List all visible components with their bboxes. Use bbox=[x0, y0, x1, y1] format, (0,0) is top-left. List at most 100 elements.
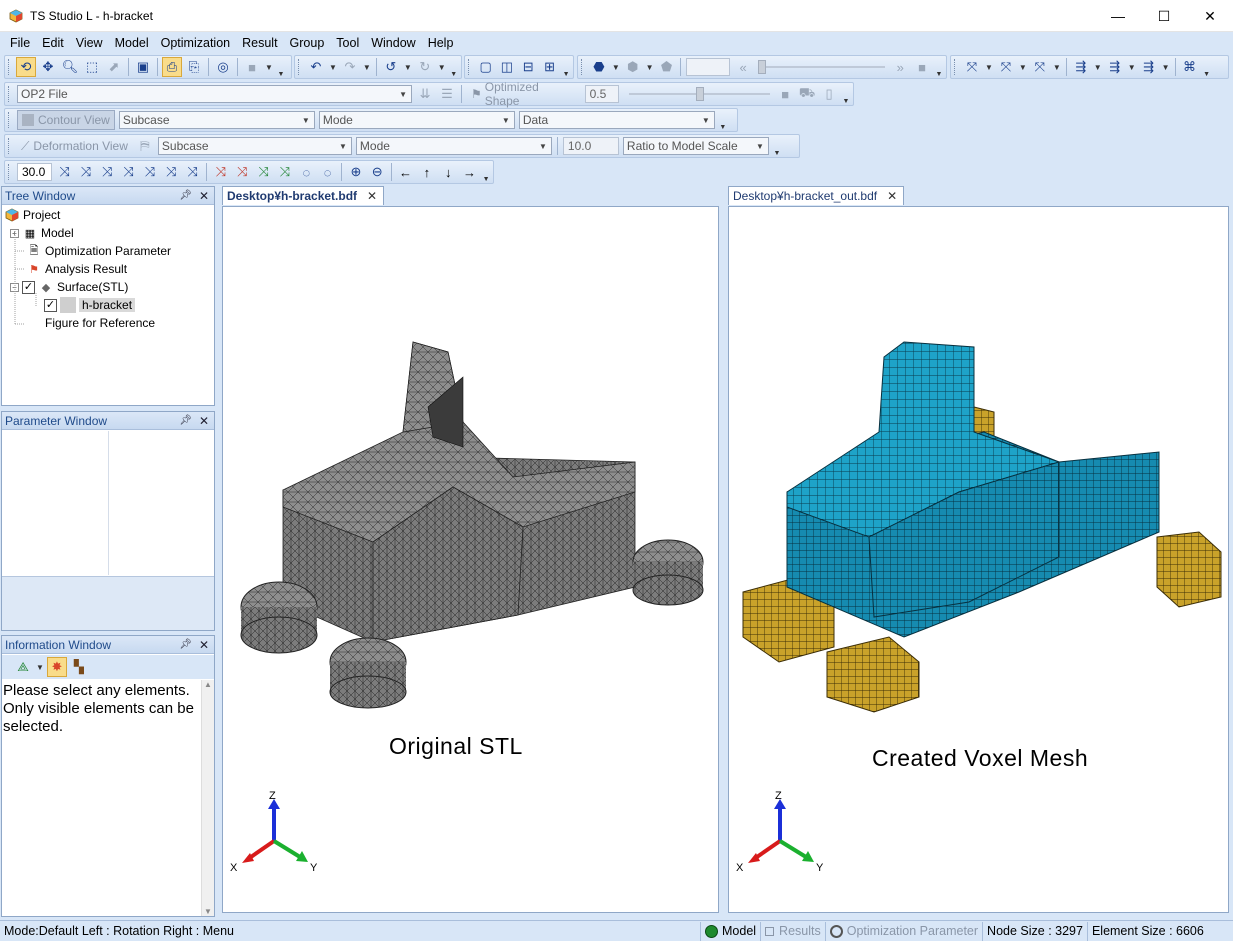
split-quad-icon[interactable]: ⊞ bbox=[540, 57, 559, 77]
coord-x-icon[interactable]: ⤧ bbox=[962, 57, 982, 77]
axis-3-icon[interactable]: ⇶ bbox=[1139, 57, 1159, 77]
target-icon[interactable]: ◎ bbox=[213, 57, 233, 77]
menu-help[interactable]: Help bbox=[422, 32, 460, 54]
select-group-icon[interactable]: ⤨ bbox=[140, 162, 159, 182]
zoom-box-icon[interactable]: ⬚ bbox=[82, 57, 102, 77]
select-node-icon[interactable]: ⤨ bbox=[55, 162, 74, 182]
tab-h-bracket[interactable]: Desktop¥h-bracket.bdf ✕ bbox=[222, 186, 385, 205]
ratio-combo[interactable]: Ratio to Model Scale ▼ bbox=[622, 137, 769, 155]
animation-slider[interactable] bbox=[758, 60, 886, 74]
select-all-icon[interactable]: ⤨ bbox=[162, 162, 181, 182]
color-fill-icon[interactable]: ■ bbox=[242, 57, 262, 77]
view-redo-icon[interactable]: ↻ bbox=[415, 57, 435, 77]
coord-y-icon[interactable]: ⤧ bbox=[996, 57, 1016, 77]
contour-data-combo[interactable]: Data ▼ bbox=[518, 111, 715, 129]
close-icon[interactable]: ✕ bbox=[199, 414, 209, 428]
deformation-subcase-combo[interactable]: Subcase ▼ bbox=[157, 137, 352, 155]
menu-result[interactable]: Result bbox=[236, 32, 283, 54]
optimized-shape-value[interactable]: 0.5 bbox=[584, 85, 619, 103]
split-horizontal-icon[interactable]: ⊟ bbox=[519, 57, 538, 77]
print-icon[interactable]: ⎙ bbox=[162, 57, 182, 77]
contour-subcase-combo[interactable]: Subcase ▼ bbox=[118, 111, 315, 129]
status-results[interactable]: Results bbox=[760, 921, 825, 941]
shape-hex-icon[interactable]: ⬢ bbox=[623, 57, 643, 77]
stop-icon[interactable]: ■ bbox=[912, 57, 932, 77]
select-element-icon[interactable]: ⤨ bbox=[76, 162, 95, 182]
toolbar-grip[interactable] bbox=[8, 59, 11, 75]
tab-h-bracket-out[interactable]: Desktop¥h-bracket_out.bdf ✕ bbox=[728, 186, 905, 205]
import-icon[interactable]: ⇊ bbox=[415, 84, 435, 104]
maximize-button[interactable]: ☐ bbox=[1141, 0, 1187, 32]
deformation-mode-combo[interactable]: Mode ▼ bbox=[355, 137, 552, 155]
fit-icon[interactable]: ▣ bbox=[133, 57, 153, 77]
viewport-voxel[interactable]: Created Voxel Mesh Z X Y bbox=[728, 206, 1229, 913]
single-view-icon[interactable]: ▢ bbox=[476, 57, 495, 77]
list-icon[interactable]: ☰ bbox=[437, 84, 457, 104]
tree-item-figure-for-reference[interactable]: Figure for Reference bbox=[45, 314, 155, 332]
menu-edit[interactable]: Edit bbox=[36, 32, 70, 54]
pan-icon[interactable]: ✥ bbox=[38, 57, 58, 77]
coord-z-icon[interactable]: ⤧ bbox=[1030, 57, 1050, 77]
select-circle-2-icon[interactable]: ◌ bbox=[318, 162, 337, 182]
pin-icon[interactable]: 📌︎ bbox=[179, 639, 192, 650]
shape-round-icon[interactable]: ⬟ bbox=[657, 57, 677, 77]
contour-mode-combo[interactable]: Mode ▼ bbox=[318, 111, 515, 129]
tree-item-project[interactable]: Project bbox=[4, 206, 60, 224]
deformation-scale-field[interactable]: 10.0 bbox=[562, 137, 619, 155]
menu-tool[interactable]: Tool bbox=[330, 32, 365, 54]
select-red-2-icon[interactable]: ⤨ bbox=[233, 162, 252, 182]
element-info-icon[interactable]: ⟁ bbox=[13, 657, 33, 677]
tab-close-icon[interactable]: ✕ bbox=[367, 189, 377, 203]
axis-1-icon[interactable]: ⇶ bbox=[1071, 57, 1091, 77]
angle-field[interactable]: 30.0 bbox=[16, 163, 53, 181]
menu-file[interactable]: File bbox=[4, 32, 36, 54]
rotate-icon[interactable]: ⟲ bbox=[16, 57, 36, 77]
zoom-out-icon[interactable]: ⊖ bbox=[368, 162, 387, 182]
menu-optimization[interactable]: Optimization bbox=[155, 32, 236, 54]
op2-file-combo[interactable]: OP2 File ▼ bbox=[17, 85, 413, 103]
square-icon[interactable]: ■ bbox=[775, 84, 795, 104]
property-icon[interactable]: ▚ bbox=[69, 657, 89, 677]
status-model[interactable]: Model bbox=[700, 921, 760, 941]
arrow-down-icon[interactable]: ↓ bbox=[439, 162, 458, 182]
deformation-view-button[interactable]: ⟋ Deformation View bbox=[17, 136, 132, 156]
select-face-icon[interactable]: ⤨ bbox=[98, 162, 117, 182]
pin-icon[interactable]: 📌︎ bbox=[179, 190, 192, 201]
deformation-option-icon[interactable]: ⛿ bbox=[135, 136, 155, 156]
select-box-icon[interactable]: ⤨ bbox=[183, 162, 202, 182]
fast-forward-icon[interactable]: » bbox=[890, 57, 910, 77]
info-icon[interactable]: ▯ bbox=[819, 84, 839, 104]
zoom-icon[interactable]: 🔍︎ bbox=[60, 57, 80, 77]
info-scrollbar[interactable]: ▲ ▼ bbox=[201, 680, 214, 916]
close-icon[interactable]: ✕ bbox=[199, 638, 209, 652]
undo-icon[interactable]: ↶ bbox=[306, 57, 326, 77]
print-preview-icon[interactable]: ⎘ bbox=[184, 57, 204, 77]
select-green-icon[interactable]: ⤨ bbox=[254, 162, 273, 182]
arrow-left-icon[interactable]: ← bbox=[396, 162, 415, 182]
status-optimization-parameter[interactable]: Optimization Parameter bbox=[824, 921, 982, 941]
arrow-up-icon[interactable]: ↑ bbox=[417, 162, 436, 182]
menu-window[interactable]: Window bbox=[365, 32, 421, 54]
optimized-shape-slider[interactable] bbox=[628, 87, 771, 101]
split-vertical-icon[interactable]: ◫ bbox=[497, 57, 516, 77]
redo-icon[interactable]: ↷ bbox=[340, 57, 360, 77]
close-button[interactable]: ✕ bbox=[1187, 0, 1233, 32]
select-icon[interactable]: ⬈ bbox=[104, 57, 124, 77]
mesh-tool-icon[interactable]: ⌘ bbox=[1180, 57, 1200, 77]
select-red-icon[interactable]: ⤨ bbox=[211, 162, 230, 182]
view-undo-icon[interactable]: ↺ bbox=[381, 57, 401, 77]
zoom-in-icon[interactable]: ⊕ bbox=[346, 162, 365, 182]
select-edge-icon[interactable]: ⤨ bbox=[119, 162, 138, 182]
contour-view-button[interactable]: Contour View bbox=[17, 110, 115, 130]
axis-2-icon[interactable]: ⇶ bbox=[1105, 57, 1125, 77]
shape-solid-icon[interactable]: ⬣ bbox=[589, 57, 609, 77]
tab-close-icon[interactable]: ✕ bbox=[887, 189, 897, 203]
select-green-2-icon[interactable]: ⤨ bbox=[275, 162, 294, 182]
minimize-button[interactable]: — bbox=[1095, 0, 1141, 32]
menu-model[interactable]: Model bbox=[109, 32, 155, 54]
save-shape-icon[interactable]: ⛟ bbox=[797, 84, 817, 104]
tree-item-h-bracket[interactable]: ✓ h-bracket bbox=[44, 296, 136, 314]
close-icon[interactable]: ✕ bbox=[199, 189, 209, 203]
pin-icon[interactable]: 📌︎ bbox=[179, 415, 192, 426]
optimized-shape-button[interactable]: ⚑ Optimized Shape bbox=[467, 80, 581, 108]
